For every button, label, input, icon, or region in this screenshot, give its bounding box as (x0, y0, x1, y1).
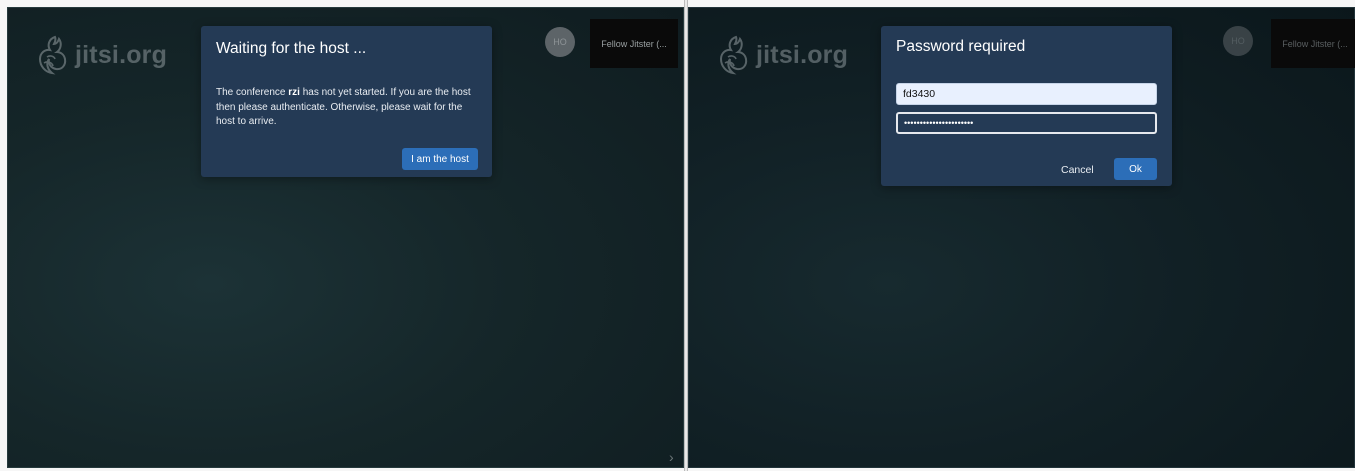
waiting-for-host-dialog: Waiting for the host ... The conference … (201, 26, 492, 177)
screenshot-canvas: jitsi.org HO Fellow Jitster (... › Waiti… (0, 0, 1355, 471)
jitsi-logo-icon (716, 35, 750, 75)
dialog-message: The conference rzi has not yet started. … (216, 86, 477, 130)
i-am-the-host-button[interactable]: I am the host (402, 148, 478, 170)
participant-avatar[interactable]: HO (545, 27, 575, 57)
remote-participant-thumbnail[interactable]: Fellow Jitster (... (1271, 19, 1355, 68)
conference-stage-login: jitsi.org HO Fellow Jitster (... Passwor… (688, 7, 1355, 468)
ok-button[interactable]: Ok (1114, 158, 1157, 180)
message-prefix: The conference (216, 87, 289, 98)
jitsi-watermark[interactable]: jitsi.org (716, 35, 848, 75)
password-required-dialog: Password required Cancel Ok (881, 26, 1172, 186)
dialog-title: Waiting for the host ... (216, 40, 367, 57)
password-input[interactable] (896, 112, 1157, 134)
username-input[interactable] (896, 83, 1157, 105)
dialog-title: Password required (896, 38, 1026, 55)
cancel-button[interactable]: Cancel (1061, 164, 1094, 176)
remote-participant-thumbnail[interactable]: Fellow Jitster (... (590, 19, 678, 68)
jitsi-logo-text: jitsi.org (75, 40, 168, 69)
room-name: rzi (288, 87, 300, 98)
conference-stage-waiting: jitsi.org HO Fellow Jitster (... › Waiti… (7, 7, 684, 468)
jitsi-watermark[interactable]: jitsi.org (35, 35, 167, 75)
jitsi-logo-icon (35, 35, 69, 75)
participant-avatar[interactable]: HO (1223, 26, 1253, 56)
chevron-right-icon[interactable]: › (669, 449, 674, 465)
jitsi-logo-text: jitsi.org (756, 40, 849, 69)
